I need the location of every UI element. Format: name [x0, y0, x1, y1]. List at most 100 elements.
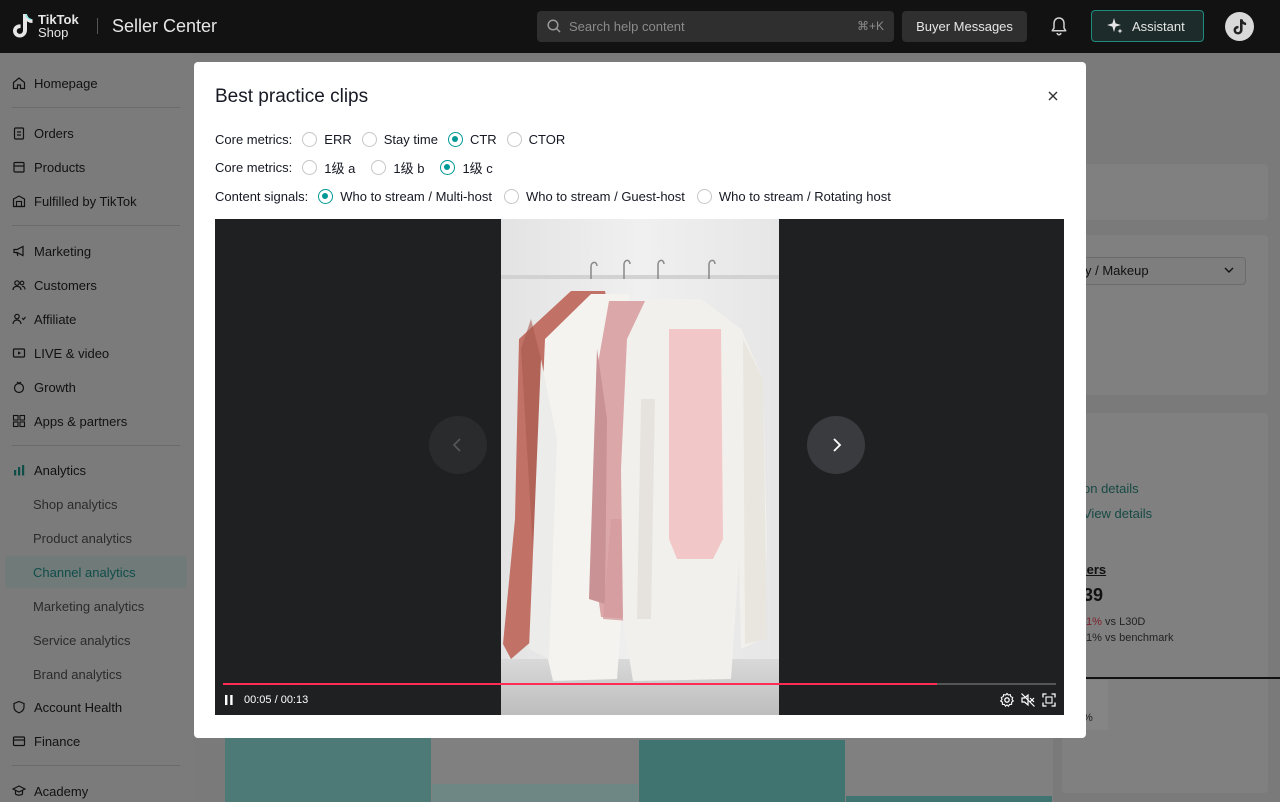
- search-input[interactable]: Search help content ⌘+K: [537, 11, 894, 42]
- pause-icon[interactable]: [223, 694, 235, 706]
- filter-label: Content signals:: [215, 188, 309, 204]
- core-metrics-filter: Core metrics: ERR Stay time CTR CTOR: [215, 129, 575, 149]
- video-frame: [501, 219, 779, 715]
- radio-label: 1级 a: [324, 160, 356, 176]
- clipboard-icon: [13, 127, 25, 140]
- sidebar-item-growth[interactable]: Growth: [12, 377, 76, 397]
- radio-label: Who to stream / Multi-host: [340, 188, 492, 204]
- sidebar-subitem-marketing-analytics[interactable]: Marketing analytics: [33, 599, 144, 614]
- radio-circle: [503, 188, 519, 204]
- tiktok-logo-icon: [13, 13, 33, 38]
- sidebar-item-analytics[interactable]: Analytics: [12, 460, 86, 480]
- treemap-cell: [225, 737, 431, 802]
- radio-circle: [361, 131, 377, 147]
- radio-circle-selected: [440, 159, 456, 175]
- sidebar-divider: [12, 765, 180, 766]
- sidebar-item-label: Account Health: [34, 699, 123, 715]
- background-card: [1062, 164, 1268, 220]
- sidebar-subitem-brand-analytics[interactable]: Brand analytics: [33, 667, 122, 682]
- previous-clip-button[interactable]: [429, 416, 487, 474]
- sidebar-item-academy[interactable]: Academy: [12, 781, 88, 801]
- sidebar-item-orders[interactable]: Orders: [12, 123, 74, 143]
- content-signals-filter: Content signals: Who to stream / Multi-h…: [215, 186, 901, 206]
- sidebar-item-live-video[interactable]: LIVE & video: [12, 343, 109, 363]
- sidebar: Homepage Orders Products Fulfilled by Ti…: [0, 53, 193, 802]
- radio-label: CTR: [469, 131, 497, 147]
- sidebar-subitem-channel-analytics[interactable]: Channel analytics: [33, 565, 136, 580]
- chart-icon: [14, 465, 25, 476]
- logo-line2: Shop: [38, 25, 69, 40]
- radio-label: Stay time: [383, 131, 438, 147]
- radio-label: 1级 c: [462, 160, 493, 176]
- sidebar-item-products[interactable]: Products: [12, 157, 85, 177]
- radio-label: ERR: [324, 131, 352, 147]
- tiktok-avatar-icon: [1233, 18, 1246, 34]
- radio-level-a[interactable]: 1级 a: [302, 158, 355, 177]
- radio-err[interactable]: ERR: [302, 131, 352, 147]
- tiktok-shop-logo[interactable]: TikTok Shop: [11, 12, 79, 40]
- notification-bell-icon[interactable]: [1048, 15, 1070, 37]
- sidebar-item-marketing[interactable]: Marketing: [12, 241, 91, 261]
- fullscreen-icon[interactable]: [1041, 692, 1057, 708]
- sidebar-item-label: Affiliate: [34, 311, 77, 327]
- radio-ctr[interactable]: CTR: [447, 131, 497, 147]
- sidebar-item-affiliate[interactable]: Affiliate: [12, 309, 76, 329]
- sidebar-subitem-service-analytics[interactable]: Service analytics: [33, 633, 131, 648]
- sidebar-item-homepage[interactable]: Homepage: [12, 73, 98, 93]
- sidebar-subitem-product-analytics[interactable]: Product analytics: [33, 531, 132, 546]
- users-icon: [12, 280, 26, 291]
- radio-multi-host[interactable]: Who to stream / Multi-host: [318, 188, 492, 204]
- box-icon: [13, 161, 25, 173]
- sidebar-item-finance[interactable]: Finance: [12, 731, 80, 751]
- radio-label: 1级 b: [393, 160, 425, 176]
- radio-level-c[interactable]: 1级 c: [440, 158, 493, 177]
- sidebar-item-label: Apps & partners: [34, 413, 128, 429]
- video-time: 00:05 / 00:13: [244, 694, 309, 706]
- wallet-icon: [12, 736, 26, 747]
- radio-label: Who to stream / Guest-host: [525, 188, 685, 204]
- radio-circle-selected: [447, 131, 463, 147]
- sidebar-item-label: Fulfilled by TikTok: [34, 193, 137, 209]
- avatar[interactable]: [1225, 12, 1254, 41]
- affiliate-icon: [12, 313, 26, 325]
- sidebar-item-label: LIVE & video: [34, 345, 110, 361]
- category-dropdown: y / Makeup: [1062, 257, 1246, 285]
- close-icon[interactable]: [1045, 88, 1061, 104]
- mute-icon[interactable]: [1020, 692, 1036, 708]
- core-metrics-level-filter: Core metrics: 1级 a 1级 b 1级 c: [215, 157, 503, 177]
- metric-label: lers: [1083, 562, 1107, 577]
- video-icon: [12, 348, 26, 358]
- assistant-button[interactable]: Assistant: [1091, 10, 1204, 42]
- video-progress-bar[interactable]: [223, 683, 1056, 685]
- details-link: on details: [1083, 481, 1139, 496]
- radio-circle: [302, 159, 318, 175]
- radio-ctor[interactable]: CTOR: [506, 131, 565, 147]
- chevron-down-icon: [1224, 267, 1234, 273]
- trend-benchmark: .1% vs benchmark: [1083, 632, 1174, 644]
- sidebar-item-apps-partners[interactable]: Apps & partners: [12, 411, 127, 431]
- academy-icon: [12, 785, 26, 796]
- trend-benchmark-suffix: vs benchmark: [1101, 632, 1174, 644]
- sidebar-item-account-health[interactable]: Account Health: [12, 697, 122, 717]
- radio-label: Who to stream / Rotating host: [718, 188, 891, 204]
- settings-gear-icon[interactable]: [999, 692, 1015, 708]
- radio-stay-time[interactable]: Stay time: [361, 131, 438, 147]
- radio-rotating-host[interactable]: Who to stream / Rotating host: [696, 188, 891, 204]
- radio-level-b[interactable]: 1级 b: [371, 158, 424, 177]
- sidebar-item-label: Orders: [34, 125, 74, 141]
- sidebar-item-label: Marketing: [34, 243, 92, 259]
- sidebar-item-label: Homepage: [34, 75, 98, 91]
- sidebar-subitem-shop-analytics[interactable]: Shop analytics: [33, 497, 118, 512]
- video-player[interactable]: 00:05 / 00:13: [215, 219, 1064, 715]
- sidebar-item-customers[interactable]: Customers: [12, 275, 97, 295]
- buyer-messages-button[interactable]: Buyer Messages: [902, 11, 1027, 42]
- next-clip-button[interactable]: [807, 416, 865, 474]
- radio-guest-host[interactable]: Who to stream / Guest-host: [503, 188, 685, 204]
- trend-l30d: .1% vs L30D: [1083, 616, 1145, 628]
- chevron-left-icon: [452, 438, 461, 452]
- background-divider-line: [1077, 677, 1280, 679]
- best-practice-clips-modal: Best practice clips Core metrics: ERR St…: [194, 62, 1086, 738]
- sidebar-item-fulfilled-by-tiktok[interactable]: Fulfilled by TikTok: [12, 191, 137, 211]
- sidebar-divider: [12, 445, 180, 446]
- filter-label: Core metrics:: [215, 159, 293, 175]
